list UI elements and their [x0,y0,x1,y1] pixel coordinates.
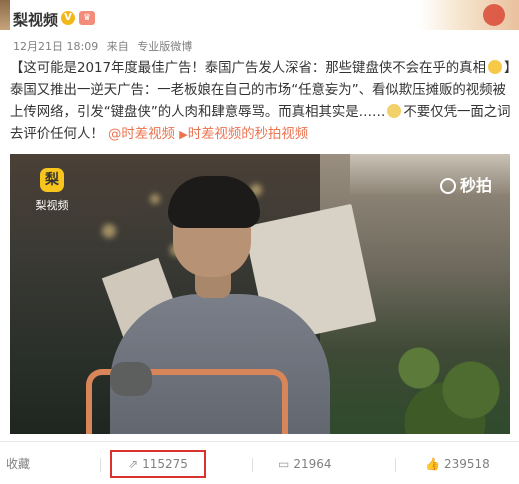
comment-button[interactable]: ▭ 21964 [278,450,332,478]
verified-icon: V [61,11,75,25]
miaopai-watermark: 秒拍 [439,172,492,196]
separator [100,458,101,472]
comment-icon: ▭ [278,457,290,471]
post-source[interactable]: 专业版微博 [137,40,192,53]
post-meta: 12月21日 18:09 来自 专业版微博 [13,38,192,54]
bokeh-light [102,224,116,238]
source-prefix: 来自 [106,40,129,53]
emoji-icon [487,60,502,74]
post-date[interactable]: 12月21日 18:09 [13,40,98,53]
pear-logo-icon: 梨 [40,168,64,192]
thumbs-up-icon: 👍 [425,457,440,471]
avatar[interactable] [0,0,10,30]
channel-logo-text: 梨视频 [35,199,69,212]
comment-count: 21964 [293,457,332,471]
username[interactable]: 梨视频 [13,9,58,30]
like-button[interactable]: 👍 239518 [425,450,490,478]
channel-logo: 梨 梨视频 [32,168,72,218]
forward-button[interactable]: ⇗ 115275 [110,450,206,478]
divider [0,441,519,442]
video-link-icon: ▶ [179,128,188,141]
favorite-button[interactable]: 收藏 [6,450,30,478]
video-link[interactable]: 时差视频的秒拍视频 [188,127,309,142]
separator [252,458,253,472]
share-icon: ⇗ [128,457,139,471]
camera-icon [439,178,456,194]
like-count: 239518 [443,457,490,471]
mention-link[interactable]: @时差视频 [108,127,175,142]
video-player[interactable]: 梨 梨视频 秒拍 [10,154,510,434]
decorative-badge [419,0,519,30]
person-hair [168,176,260,228]
watermark-text: 秒拍 [459,176,492,195]
bokeh-light [150,194,160,204]
person-glove [110,362,152,396]
post-text: 【这可能是2017年度最佳广告！泰国广告发人深省：那些键盘侠不会在乎的真相 】泰国… [10,58,512,146]
action-bar: 收藏 ⇗ 115275 ▭ 21964 👍 239518 [0,450,519,480]
crown-icon: ♛ [79,11,95,25]
separator [395,458,396,472]
favorite-label: 收藏 [6,457,31,471]
video-plants [380,324,510,434]
post-text-part1: 【这可能是2017年度最佳广告！泰国广告发人深省：那些键盘侠不会在乎的真相 [10,61,486,76]
sad-emoji-icon [387,104,402,118]
forward-count: 115275 [142,457,188,471]
